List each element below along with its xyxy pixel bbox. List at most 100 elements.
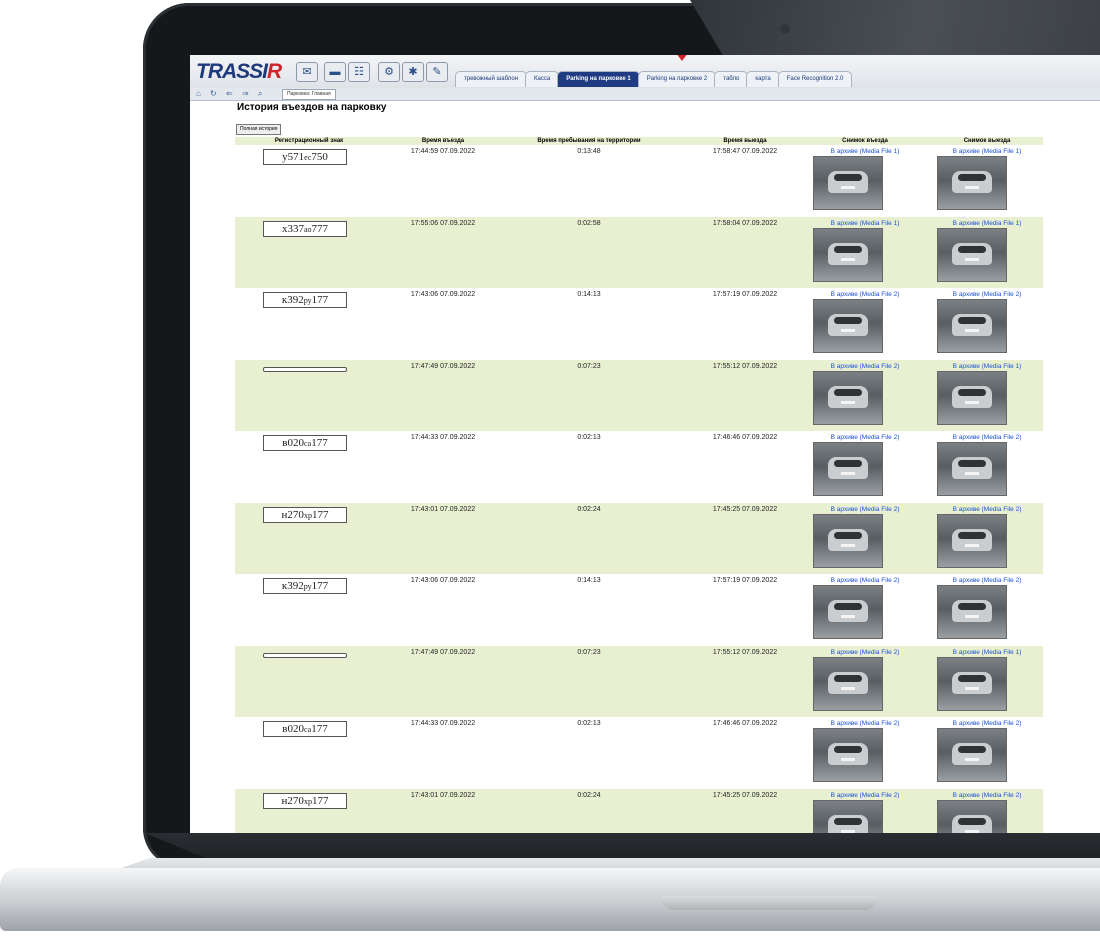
car-image (828, 528, 868, 551)
home-icon[interactable]: ⌂ (196, 88, 201, 100)
exit-snapshot[interactable] (937, 656, 1007, 711)
exit-snapshot[interactable] (937, 442, 1007, 496)
car-image (952, 743, 992, 765)
plate-part-a: х337 (281, 222, 304, 235)
exit-snapshot[interactable] (937, 299, 1007, 353)
plate-part-a: к392 (281, 580, 304, 592)
exit-archive-link[interactable]: В архиве (Media File 2) (932, 506, 1042, 513)
laptop-base (0, 868, 1100, 931)
search-icon[interactable]: ⌕ (258, 88, 262, 100)
entry-snapshot[interactable] (813, 370, 883, 425)
entry-archive-link[interactable]: В архиве (Media File 2) (810, 291, 920, 298)
car-image (952, 814, 992, 833)
entry-snapshot[interactable] (813, 442, 883, 496)
exit-snapshot[interactable] (937, 585, 1007, 639)
full-history-button[interactable]: Полная история (236, 124, 282, 135)
entry-time: 17:44:33 07.09.2022 (410, 720, 476, 727)
exit-archive-link[interactable]: В архиве (Media File 2) (932, 434, 1042, 441)
tab-3[interactable]: Parking на парковке 2 (637, 71, 717, 87)
exit-time: 17:46:46 07.09.2022 (712, 434, 778, 441)
plate-part-b: ру (303, 582, 312, 591)
exit-snapshot[interactable] (937, 799, 1007, 833)
tab-1[interactable]: Касса (525, 71, 560, 87)
exit-archive-link[interactable]: В архиве (Media File 2) (932, 792, 1042, 799)
exit-archive-link[interactable]: В архиве (Media File 1) (932, 148, 1042, 155)
edit-icon[interactable]: ✎ (426, 62, 448, 82)
exit-archive-link[interactable]: В архиве (Media File 2) (932, 720, 1042, 727)
exit-archive-link[interactable]: В архиве (Media File 2) (932, 291, 1042, 298)
exit-archive-link[interactable]: В архиве (Media File 2) (932, 577, 1042, 584)
entry-archive-link[interactable]: В архиве (Media File 1) (810, 148, 920, 155)
entry-archive-link[interactable]: В архиве (Media File 2) (810, 506, 920, 513)
entry-snapshot[interactable] (813, 728, 883, 782)
tab-5[interactable]: карта (746, 71, 780, 87)
plate-part-c: 177 (311, 508, 329, 521)
plate-part-c: 750 (311, 151, 328, 163)
plate-box: н270хр177 (263, 506, 347, 523)
car-image (828, 671, 868, 694)
back-icon[interactable]: ⇐ (226, 88, 233, 100)
tab-6[interactable]: Face Recognition 2.0 (777, 71, 853, 87)
entry-snapshot[interactable] (813, 227, 883, 282)
plate-box: к392ру177 (263, 578, 347, 594)
entry-archive-link[interactable]: В архиве (Media File 1) (810, 220, 920, 227)
breadcrumb[interactable]: Парковка: Главная (282, 89, 336, 100)
page-title: История въездов на парковку (237, 102, 387, 113)
stay-duration: 0:14:13 (577, 291, 601, 298)
tab-2[interactable]: Parking на парковке 1 (557, 71, 640, 87)
plate-part-c: 777 (311, 222, 329, 235)
entry-snapshot[interactable] (813, 513, 883, 568)
header-entry-time: Время въезда (421, 138, 465, 144)
plate-part-a: в020 (282, 723, 304, 735)
laptop-notch (662, 896, 877, 910)
entry-archive-link[interactable]: В архиве (Media File 2) (810, 434, 920, 441)
car-image (952, 314, 992, 336)
entry-snapshot[interactable] (813, 585, 883, 639)
tab-4[interactable]: табло (714, 71, 749, 87)
table-row: к392ру177 17:43:06 07.09.2022 0:14:13 17:57… (235, 288, 1043, 360)
wand-icon[interactable]: ⚙ (378, 62, 400, 82)
plate-part-c: 177 (311, 294, 329, 306)
stay-duration: 0:07:23 (577, 362, 601, 370)
car-image (952, 671, 992, 694)
exit-archive-link[interactable]: В архиве (Media File 1) (932, 649, 1042, 656)
exit-archive-link[interactable]: В архиве (Media File 1) (932, 220, 1042, 227)
exit-snapshot[interactable] (937, 728, 1007, 782)
car-image (952, 385, 992, 408)
entry-archive-link[interactable]: В архиве (Media File 2) (810, 792, 920, 799)
entry-snapshot[interactable] (813, 299, 883, 353)
layout-icon[interactable]: ☷ (348, 62, 370, 82)
exit-time: 17:58:47 07.09.2022 (712, 148, 778, 155)
exit-snapshot[interactable] (937, 513, 1007, 568)
forward-icon[interactable]: ⇒ (242, 88, 249, 100)
alert-marker-icon (676, 55, 688, 61)
entry-archive-link[interactable]: В архиве (Media File 2) (810, 720, 920, 727)
entry-snapshot[interactable] (813, 799, 883, 833)
plate-part-b: ру (303, 296, 312, 305)
plate-box: в020са177 (263, 435, 347, 451)
entry-time: 17:43:01 07.09.2022 (410, 505, 476, 513)
exit-snapshot[interactable] (937, 227, 1007, 282)
entry-time: 17:47:49 07.09.2022 (410, 648, 476, 656)
monitor-icon[interactable]: ▬ (324, 62, 346, 82)
header-entry-snapshot: Снимок въезда (842, 138, 888, 144)
entry-archive-link[interactable]: В архиве (Media File 2) (810, 577, 920, 584)
plate-part-a: н270 (281, 794, 304, 807)
entry-snapshot[interactable] (813, 656, 883, 711)
entry-snapshot[interactable] (813, 156, 883, 210)
camera-icon (780, 24, 790, 34)
puzzle-icon[interactable]: ✱ (402, 62, 424, 82)
entry-archive-link[interactable]: В архиве (Media File 2) (810, 363, 920, 370)
table-body: у571ес750 17:44:59 07.09.2022 0:13:48 17:58… (235, 145, 1043, 833)
entry-archive-link[interactable]: В архиве (Media File 2) (810, 649, 920, 656)
plate-box: х337ао777 (263, 220, 347, 237)
refresh-icon[interactable]: ↻ (210, 88, 217, 100)
tab-0[interactable]: тревожный шаблон (455, 71, 528, 87)
exit-archive-link[interactable]: В архиве (Media File 1) (932, 363, 1042, 370)
chat-icon[interactable]: ✉ (296, 62, 318, 82)
stay-duration: 0:02:13 (577, 434, 601, 441)
plate-box: в020са177 (263, 721, 347, 737)
exit-snapshot[interactable] (937, 156, 1007, 210)
car-image (828, 314, 868, 336)
exit-snapshot[interactable] (937, 370, 1007, 425)
